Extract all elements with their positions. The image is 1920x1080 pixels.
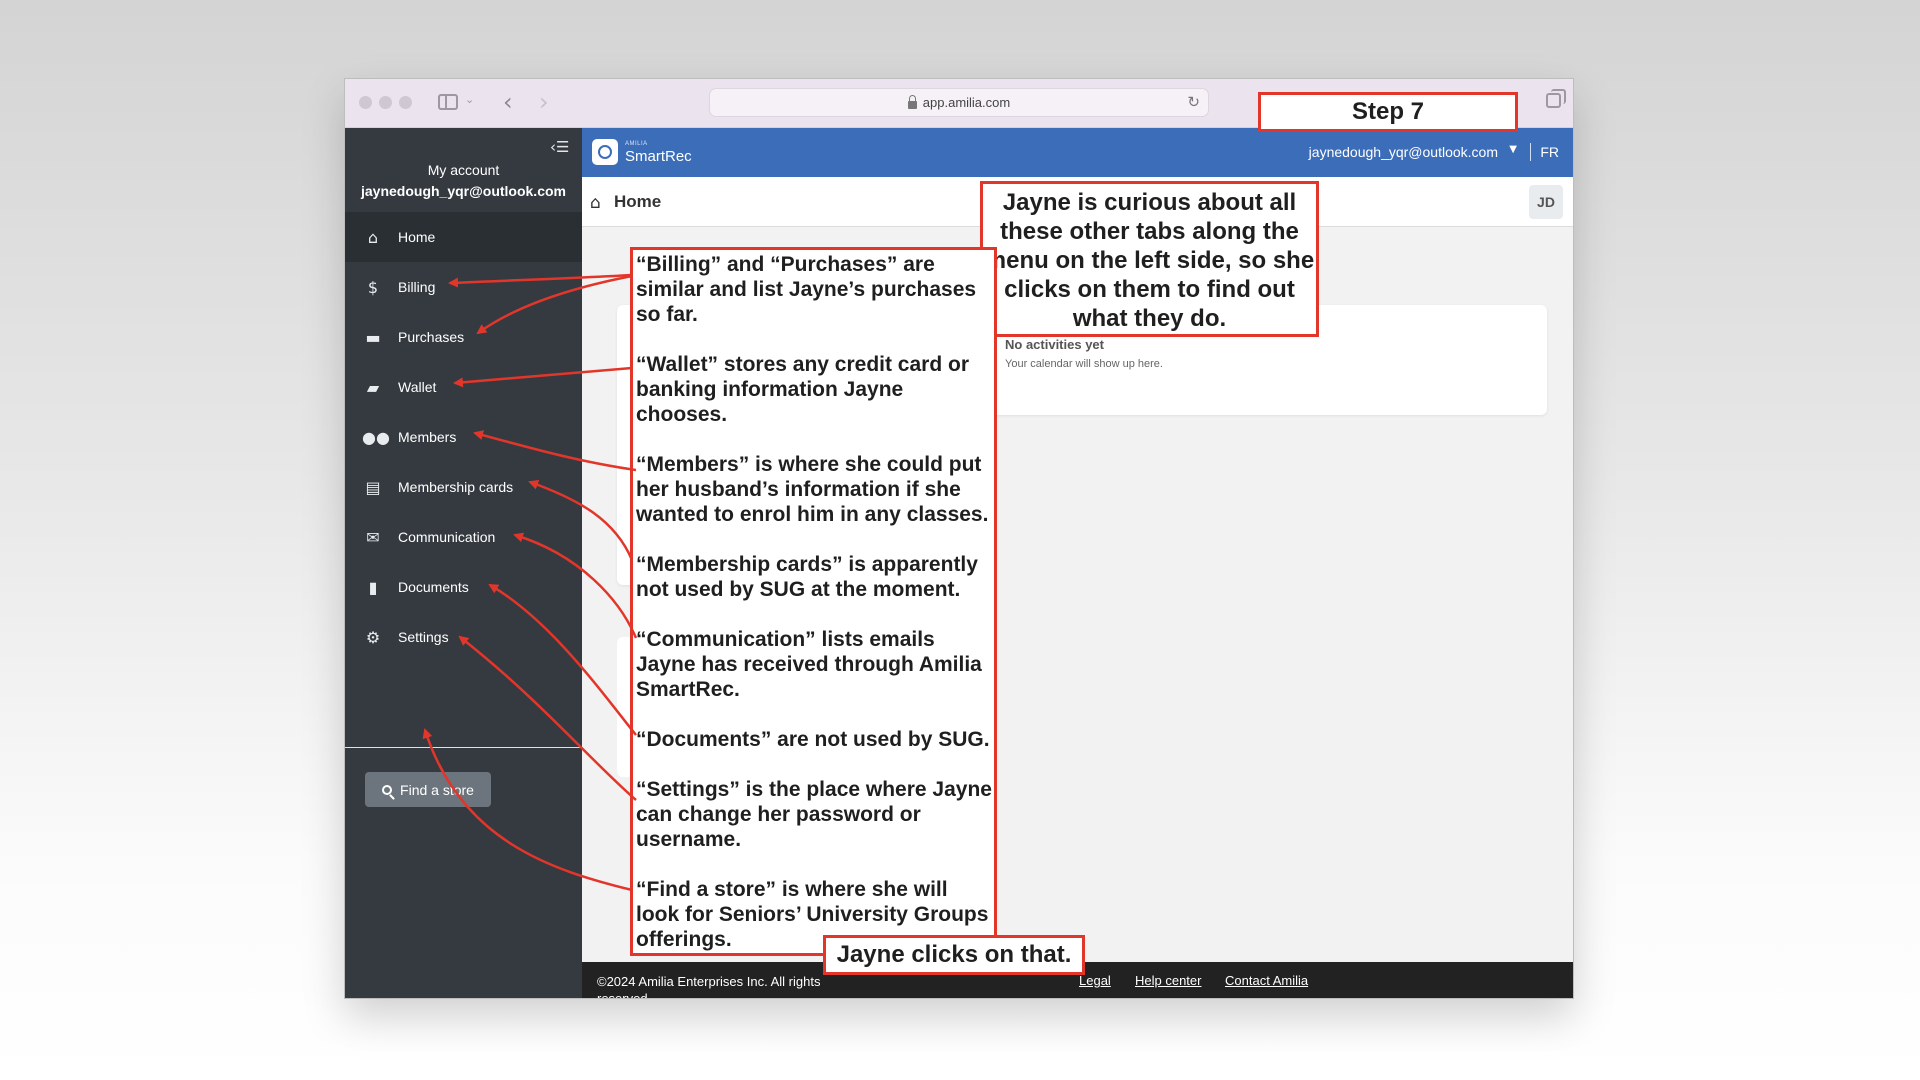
- gear-icon: ⚙: [365, 627, 381, 647]
- account-label: My account: [427, 162, 500, 178]
- collapse-menu-icon[interactable]: ‹☰: [550, 138, 569, 156]
- calendar-note: Your calendar will show up here.: [1005, 358, 1163, 370]
- contact-amilia-link[interactable]: Contact Amilia: [1225, 973, 1308, 988]
- wallet-icon: ▰: [366, 377, 380, 397]
- sidebar-item-wallet[interactable]: ▰ Wallet: [345, 362, 582, 412]
- documents-description: “Documents” are not used by SUG.: [636, 728, 990, 751]
- tab-descriptions-callout: “Billing” and “Purchases” are similar an…: [630, 247, 997, 956]
- chevron-down-icon[interactable]: ⌄: [465, 93, 474, 106]
- envelope-icon: ✉: [366, 527, 380, 547]
- step-label: Step 7: [1258, 92, 1518, 132]
- sidebar-item-settings[interactable]: ⚙ Settings: [345, 612, 582, 662]
- user-menu-email[interactable]: jaynedough_yqr@outlook.com: [1309, 144, 1498, 160]
- sidebar-item-label: Wallet: [398, 379, 437, 395]
- url-text: app.amilia.com: [922, 95, 1011, 110]
- caret-down-icon[interactable]: ▼: [1509, 144, 1517, 155]
- lock-icon: [907, 94, 917, 109]
- communication-description: “Communication” lists emails Jayne has r…: [636, 628, 982, 701]
- amilia-logo-icon[interactable]: [592, 139, 618, 165]
- address-bar[interactable]: app.amilia.com ↻: [709, 88, 1209, 117]
- sidebar-toggle-icon[interactable]: [438, 94, 458, 110]
- membership-cards-description: “Membership cards” is apparently not use…: [636, 553, 978, 601]
- sidebar-item-documents[interactable]: ▮ Documents: [345, 562, 582, 612]
- wallet-description: “Wallet” stores any credit card or banki…: [636, 353, 969, 426]
- find-a-store-label: Find a store: [400, 781, 474, 798]
- curious-callout: Jayne is curious about all these other t…: [980, 181, 1319, 337]
- home-icon: ⌂: [367, 227, 379, 247]
- reload-icon[interactable]: ↻: [1187, 93, 1200, 111]
- copyright-text: ©2024 Amilia Enterprises Inc. All rights…: [597, 974, 821, 999]
- back-arrow-icon[interactable]: ‹: [503, 88, 513, 116]
- sidebar: ‹☰ My account jaynedough_yqr@outlook.com…: [345, 128, 582, 998]
- tab-overview-icon[interactable]: [1546, 89, 1566, 108]
- avatar[interactable]: JD: [1529, 185, 1563, 219]
- find-a-store-button[interactable]: Find a store: [365, 772, 491, 807]
- members-description: “Members” is where she could put her hus…: [636, 453, 989, 526]
- document-icon: ▮: [368, 577, 378, 597]
- app-header: AMILIA SmartRec jaynedough_yqr@outlook.c…: [582, 128, 1573, 177]
- home-icon: ⌂: [590, 193, 601, 213]
- minimize-window-button[interactable]: [379, 96, 392, 109]
- sidebar-item-label: Purchases: [398, 329, 465, 345]
- id-card-icon: ▤: [365, 477, 381, 497]
- sidebar-item-label: Members: [398, 429, 457, 445]
- no-activities-title: No activities yet: [1005, 337, 1104, 352]
- language-switch[interactable]: FR: [1540, 144, 1559, 160]
- sidebar-item-purchases[interactable]: ▬ Purchases: [345, 312, 582, 362]
- sidebar-divider: [345, 747, 582, 748]
- logo-brand-text[interactable]: SmartRec: [625, 148, 692, 165]
- sidebar-item-label: Documents: [398, 579, 469, 595]
- dollar-icon: $: [367, 277, 379, 297]
- close-window-button[interactable]: [359, 96, 372, 109]
- zoom-window-button[interactable]: [399, 96, 412, 109]
- search-icon: [382, 784, 393, 795]
- sidebar-item-communication[interactable]: ✉ Communication: [345, 512, 582, 562]
- breadcrumb: Home: [614, 192, 662, 211]
- sidebar-item-label: Settings: [398, 629, 449, 645]
- cart-icon: ▬: [365, 327, 381, 347]
- account-email: jaynedough_yqr@outlook.com: [360, 183, 566, 199]
- clicks-callout: Jayne clicks on that.: [823, 935, 1085, 975]
- help-center-link[interactable]: Help center: [1135, 973, 1201, 988]
- logo-brand-small: AMILIA: [625, 141, 648, 147]
- sidebar-item-label: Communication: [398, 529, 496, 545]
- legal-link[interactable]: Legal: [1079, 973, 1111, 988]
- settings-description: “Settings” is the place where Jayne can …: [636, 778, 992, 851]
- sidebar-item-membership-cards[interactable]: ▤ Membership cards: [345, 462, 582, 512]
- users-icon: ●●: [362, 427, 390, 447]
- forward-arrow-icon[interactable]: ›: [539, 88, 549, 116]
- sidebar-item-home[interactable]: ⌂ Home: [345, 212, 582, 262]
- sidebar-item-members[interactable]: ●● Members: [345, 412, 582, 462]
- sidebar-item-label: Billing: [398, 279, 436, 295]
- sidebar-item-label: Membership cards: [398, 479, 514, 495]
- billing-purchases-description: “Billing” and “Purchases” are similar an…: [636, 253, 977, 326]
- sidebar-item-billing[interactable]: $ Billing: [345, 262, 582, 312]
- header-divider: [1530, 143, 1531, 161]
- sidebar-item-label: Home: [398, 229, 436, 245]
